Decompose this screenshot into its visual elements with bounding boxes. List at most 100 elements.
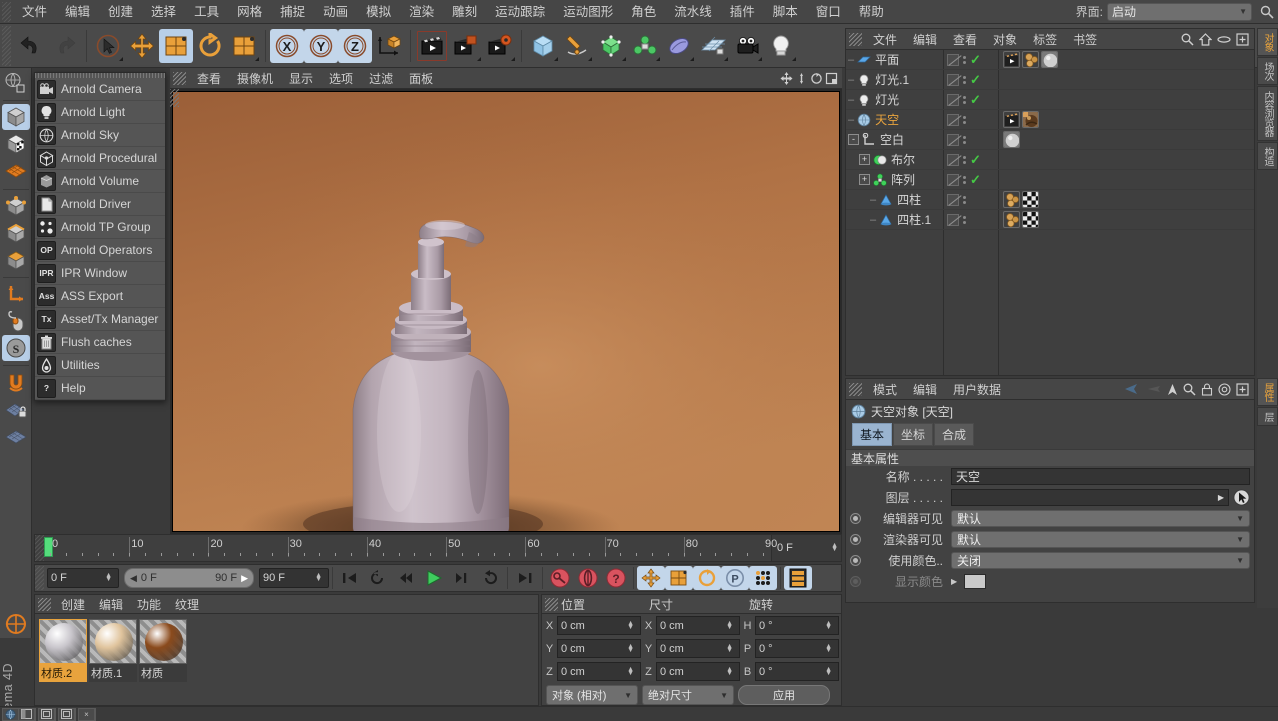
spinner-icon[interactable]: ▲▼: [105, 574, 112, 582]
forward-arrow-icon[interactable]: [1146, 383, 1162, 395]
attribute-tab-1[interactable]: 坐标: [893, 423, 933, 446]
enabled-check-icon[interactable]: ✓: [970, 155, 981, 165]
search-icon[interactable]: [1181, 33, 1194, 46]
menu-11[interactable]: 运动跟踪: [486, 1, 554, 23]
menu-9[interactable]: 渲染: [400, 1, 443, 23]
editor-render-dots[interactable]: [963, 116, 966, 124]
timeline-track[interactable]: 0102030405060708090: [44, 535, 771, 561]
play-forward-button[interactable]: [420, 566, 448, 590]
arnold-menu-item-8[interactable]: IPRIPR Window: [35, 262, 165, 285]
lock-z-button[interactable]: Z: [338, 29, 372, 63]
spinner-icon[interactable]: ▲▼: [726, 622, 733, 630]
pan-icon[interactable]: [780, 72, 793, 85]
spinner-icon[interactable]: ▲▼: [825, 668, 832, 676]
object-menu-5[interactable]: 书签: [1065, 30, 1105, 49]
magnet-icon[interactable]: [2, 369, 30, 395]
visibility-toggle[interactable]: [947, 174, 959, 186]
material-sphere-icon[interactable]: [1041, 51, 1058, 68]
add-array-button[interactable]: [628, 29, 662, 63]
animate-radio[interactable]: [850, 576, 861, 587]
material-dots-icon[interactable]: [1003, 211, 1020, 228]
editor-render-dots[interactable]: [963, 196, 966, 204]
window-icon[interactable]: [39, 708, 55, 720]
window-icon-2[interactable]: [59, 708, 75, 720]
coord-apply-button[interactable]: 应用: [738, 685, 830, 705]
material-menu-0[interactable]: 创建: [54, 595, 92, 614]
viewport-grip[interactable]: [173, 72, 186, 85]
loop-playback-button[interactable]: [364, 566, 392, 590]
viewport-canvas[interactable]: [172, 91, 840, 532]
world-axis-button[interactable]: [372, 29, 406, 63]
render-settings-button[interactable]: [483, 29, 517, 63]
attribute-dropdown[interactable]: 默认▼: [951, 510, 1250, 527]
target-icon[interactable]: [1218, 383, 1231, 396]
sky-texture-icon[interactable]: [1022, 111, 1039, 128]
live-selection-button[interactable]: [91, 29, 125, 63]
search-icon[interactable]: [1183, 383, 1196, 396]
arnold-menu-item-1[interactable]: Arnold Light: [35, 101, 165, 124]
lock-icon[interactable]: [1201, 383, 1213, 396]
viewport-menu-3[interactable]: 选项: [321, 69, 361, 88]
material-item-0[interactable]: 材质.2: [39, 619, 87, 682]
enabled-check-icon[interactable]: ✓: [970, 75, 981, 85]
play-backward-button[interactable]: [476, 566, 504, 590]
animate-radio[interactable]: [850, 555, 861, 566]
menu-16[interactable]: 脚本: [764, 1, 807, 23]
menu-6[interactable]: 捕捉: [271, 1, 314, 23]
playback-range[interactable]: ◀ 0 F 90 F ▶: [124, 568, 254, 588]
object-row-5[interactable]: +布尔✓: [846, 150, 1254, 170]
menu-12[interactable]: 运动图形: [554, 1, 622, 23]
edge-cube-icon[interactable]: [2, 220, 30, 246]
object-menu-1[interactable]: 编辑: [905, 30, 945, 49]
chevron-right-icon[interactable]: ▶: [951, 577, 957, 586]
render-tag-icon[interactable]: [1003, 51, 1020, 68]
right-tab-内容浏览器[interactable]: 内容浏览器: [1257, 86, 1278, 141]
arnold-menu-item-11[interactable]: Flush caches: [35, 331, 165, 354]
viewport-menu-5[interactable]: 面板: [401, 69, 441, 88]
layer-input[interactable]: ▶: [951, 489, 1229, 506]
coord-mode-size-dropdown[interactable]: 绝对尺寸 ▼: [642, 685, 734, 705]
undo-button[interactable]: [14, 29, 48, 63]
home-icon[interactable]: [1199, 33, 1212, 46]
coord-rotation-input[interactable]: 0 °▲▼: [755, 616, 839, 635]
menu-7[interactable]: 动画: [314, 1, 357, 23]
scroll-to-icon[interactable]: [1217, 33, 1231, 46]
editor-render-dots[interactable]: [963, 56, 966, 64]
expand-icon[interactable]: [1236, 33, 1249, 46]
object-row-0[interactable]: –平面✓: [846, 50, 1254, 70]
expander-toggle[interactable]: +: [859, 154, 870, 165]
visibility-toggle[interactable]: [947, 74, 959, 86]
key-pla-button[interactable]: [749, 566, 777, 590]
menu-4[interactable]: 工具: [185, 1, 228, 23]
enabled-check-icon[interactable]: ✓: [970, 95, 981, 105]
right-tab-对象[interactable]: 对象: [1257, 28, 1278, 56]
object-manager-grip[interactable]: [849, 33, 862, 46]
playbar-frame-field[interactable]: 0 F ▲▼: [47, 568, 119, 588]
arnold-menu-item-13[interactable]: ?Help: [35, 377, 165, 400]
menu-18[interactable]: 帮助: [850, 1, 893, 23]
zoom-icon[interactable]: [795, 72, 808, 85]
right-tab-属性[interactable]: 属性: [1257, 378, 1278, 406]
material-menu-2[interactable]: 功能: [130, 595, 168, 614]
coord-rotation-input[interactable]: 0 °▲▼: [755, 662, 839, 681]
coord-mode-object-dropdown[interactable]: 对象 (相对) ▼: [546, 685, 638, 705]
object-menu-2[interactable]: 查看: [945, 30, 985, 49]
name-input[interactable]: 天空: [951, 468, 1250, 485]
keyframe-selection-button[interactable]: ?: [602, 566, 630, 590]
spinner-icon[interactable]: ▲▼: [315, 574, 322, 582]
rotate-icon[interactable]: [810, 72, 823, 85]
search-icon[interactable]: [1260, 5, 1274, 19]
viewport-corner-grip[interactable]: [170, 89, 179, 107]
editor-render-dots[interactable]: [963, 76, 966, 84]
right-tab-层[interactable]: 层: [1257, 407, 1278, 426]
up-arrow-icon[interactable]: [1167, 383, 1178, 396]
point-cube-icon[interactable]: [2, 193, 30, 219]
viewport-menu-0[interactable]: 查看: [189, 69, 229, 88]
spinner-icon[interactable]: ▲▼: [627, 668, 634, 676]
snap-s-icon[interactable]: S: [2, 335, 30, 361]
arnold-menu-item-2[interactable]: Arnold Sky: [35, 124, 165, 147]
object-row-8[interactable]: –四柱.1: [846, 210, 1254, 230]
menu-2[interactable]: 创建: [99, 1, 142, 23]
material-grip[interactable]: [38, 598, 51, 611]
go-to-start-button[interactable]: [336, 566, 364, 590]
